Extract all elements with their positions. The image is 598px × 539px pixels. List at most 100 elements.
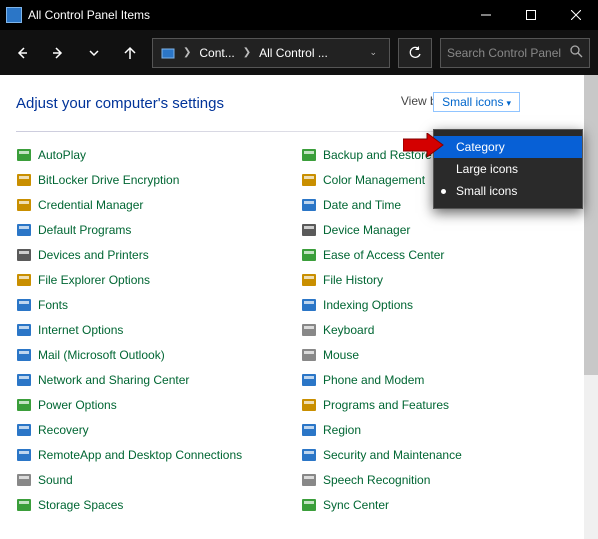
annotation-arrow-icon bbox=[403, 133, 445, 162]
recent-dropdown[interactable] bbox=[80, 39, 108, 67]
item-label: Keyboard bbox=[323, 323, 374, 337]
page-heading: Adjust your computer's settings bbox=[16, 95, 224, 112]
control-panel-item[interactable]: Mail (Microsoft Outlook) bbox=[16, 342, 295, 367]
control-panel-item[interactable]: Network and Sharing Center bbox=[16, 367, 295, 392]
control-panel-item[interactable]: RemoteApp and Desktop Connections bbox=[16, 442, 295, 467]
control-panel-item[interactable]: Sound bbox=[16, 467, 295, 492]
back-button[interactable] bbox=[8, 39, 36, 67]
control-panel-item[interactable]: File Explorer Options bbox=[16, 267, 295, 292]
control-panel-item[interactable]: File History bbox=[301, 267, 580, 292]
mouse-icon bbox=[301, 347, 317, 363]
address-dropdown[interactable]: ⌄ bbox=[369, 47, 385, 58]
navbar: ❯ Cont... ❯ All Control ... ⌄ Search Con… bbox=[0, 30, 598, 75]
control-panel-item[interactable]: Phone and Modem bbox=[301, 367, 580, 392]
menu-item-category[interactable]: Category bbox=[434, 136, 582, 158]
item-label: Mail (Microsoft Outlook) bbox=[38, 348, 165, 362]
item-label: Power Options bbox=[38, 398, 117, 412]
menu-label: Small icons bbox=[456, 184, 517, 198]
item-label: Ease of Access Center bbox=[323, 248, 444, 262]
autoplay-icon bbox=[16, 147, 32, 163]
item-label: Credential Manager bbox=[38, 198, 143, 212]
fonts-icon bbox=[16, 297, 32, 313]
network-icon bbox=[16, 372, 32, 388]
titlebar: All Control Panel Items bbox=[0, 0, 598, 30]
scrollbar-track[interactable] bbox=[584, 375, 598, 539]
viewby-current: Small icons bbox=[442, 95, 503, 109]
phone-icon bbox=[301, 372, 317, 388]
item-label: BitLocker Drive Encryption bbox=[38, 173, 179, 187]
region-icon bbox=[301, 422, 317, 438]
mail-icon bbox=[16, 347, 32, 363]
scrollbar[interactable] bbox=[584, 75, 598, 539]
menu-item-small-icons[interactable]: Small icons bbox=[434, 180, 582, 202]
item-label: Indexing Options bbox=[323, 298, 413, 312]
item-label: Speech Recognition bbox=[323, 473, 430, 487]
item-label: Phone and Modem bbox=[323, 373, 424, 387]
item-label: Fonts bbox=[38, 298, 68, 312]
file-history-icon bbox=[301, 272, 317, 288]
control-panel-item[interactable]: Speech Recognition bbox=[301, 467, 580, 492]
control-panel-icon bbox=[6, 7, 22, 23]
control-panel-item[interactable]: Sync Center bbox=[301, 492, 580, 517]
up-button[interactable] bbox=[116, 39, 144, 67]
address-root-icon[interactable] bbox=[157, 39, 179, 67]
control-panel-item[interactable]: Region bbox=[301, 417, 580, 442]
control-panel-item[interactable]: Devices and Printers bbox=[16, 242, 295, 267]
device-manager-icon bbox=[301, 222, 317, 238]
chevron-right-icon[interactable]: ❯ bbox=[183, 47, 191, 58]
forward-button[interactable] bbox=[44, 39, 72, 67]
control-panel-item[interactable]: Device Manager bbox=[301, 217, 580, 242]
refresh-button[interactable] bbox=[398, 38, 432, 68]
search-input[interactable]: Search Control Panel bbox=[440, 38, 590, 68]
viewby-dropdown[interactable]: Small icons▾ bbox=[433, 92, 520, 112]
control-panel-item[interactable]: BitLocker Drive Encryption bbox=[16, 167, 295, 192]
selected-bullet-icon bbox=[441, 189, 446, 194]
chevron-right-icon[interactable]: ❯ bbox=[243, 47, 251, 58]
control-panel-item[interactable]: Internet Options bbox=[16, 317, 295, 342]
search-icon[interactable] bbox=[570, 45, 583, 61]
item-label: Internet Options bbox=[38, 323, 123, 337]
control-panel-window: All Control Panel Items ❯ Cont... ❯ All … bbox=[0, 0, 598, 539]
item-label: Device Manager bbox=[323, 223, 410, 237]
address-bar[interactable]: ❯ Cont... ❯ All Control ... ⌄ bbox=[152, 38, 390, 68]
control-panel-item[interactable]: Security and Maintenance bbox=[301, 442, 580, 467]
programs-icon bbox=[301, 397, 317, 413]
minimize-button[interactable] bbox=[463, 0, 508, 30]
scrollbar-thumb[interactable] bbox=[584, 75, 598, 375]
sound-icon bbox=[16, 472, 32, 488]
control-panel-item[interactable]: Fonts bbox=[16, 292, 295, 317]
file-explorer-icon bbox=[16, 272, 32, 288]
item-label: Color Management bbox=[323, 173, 425, 187]
control-panel-item[interactable]: Storage Spaces bbox=[16, 492, 295, 517]
viewby-menu: Category Large icons Small icons bbox=[433, 129, 583, 209]
speech-icon bbox=[301, 472, 317, 488]
control-panel-item[interactable]: Recovery bbox=[16, 417, 295, 442]
address-seg-2[interactable]: All Control ... bbox=[255, 39, 332, 67]
datetime-icon bbox=[301, 197, 317, 213]
control-panel-item[interactable]: Default Programs bbox=[16, 217, 295, 242]
control-panel-item[interactable]: Ease of Access Center bbox=[301, 242, 580, 267]
default-programs-icon bbox=[16, 222, 32, 238]
menu-item-large-icons[interactable]: Large icons bbox=[434, 158, 582, 180]
recovery-icon bbox=[16, 422, 32, 438]
address-seg-1[interactable]: Cont... bbox=[195, 39, 238, 67]
control-panel-item[interactable]: Keyboard bbox=[301, 317, 580, 342]
storage-icon bbox=[16, 497, 32, 513]
control-panel-item[interactable]: Programs and Features bbox=[301, 392, 580, 417]
sync-icon bbox=[301, 497, 317, 513]
control-panel-item[interactable]: Mouse bbox=[301, 342, 580, 367]
control-panel-item[interactable]: Power Options bbox=[16, 392, 295, 417]
maximize-button[interactable] bbox=[508, 0, 553, 30]
control-panel-item[interactable]: Indexing Options bbox=[301, 292, 580, 317]
item-label: File History bbox=[323, 273, 383, 287]
security-icon bbox=[301, 447, 317, 463]
item-label: Date and Time bbox=[323, 198, 401, 212]
control-panel-item[interactable]: AutoPlay bbox=[16, 142, 295, 167]
close-button[interactable] bbox=[553, 0, 598, 30]
control-panel-item[interactable]: Credential Manager bbox=[16, 192, 295, 217]
menu-label: Category bbox=[456, 140, 505, 154]
backup-icon bbox=[301, 147, 317, 163]
menu-label: Large icons bbox=[456, 162, 518, 176]
power-icon bbox=[16, 397, 32, 413]
item-label: Sound bbox=[38, 473, 73, 487]
